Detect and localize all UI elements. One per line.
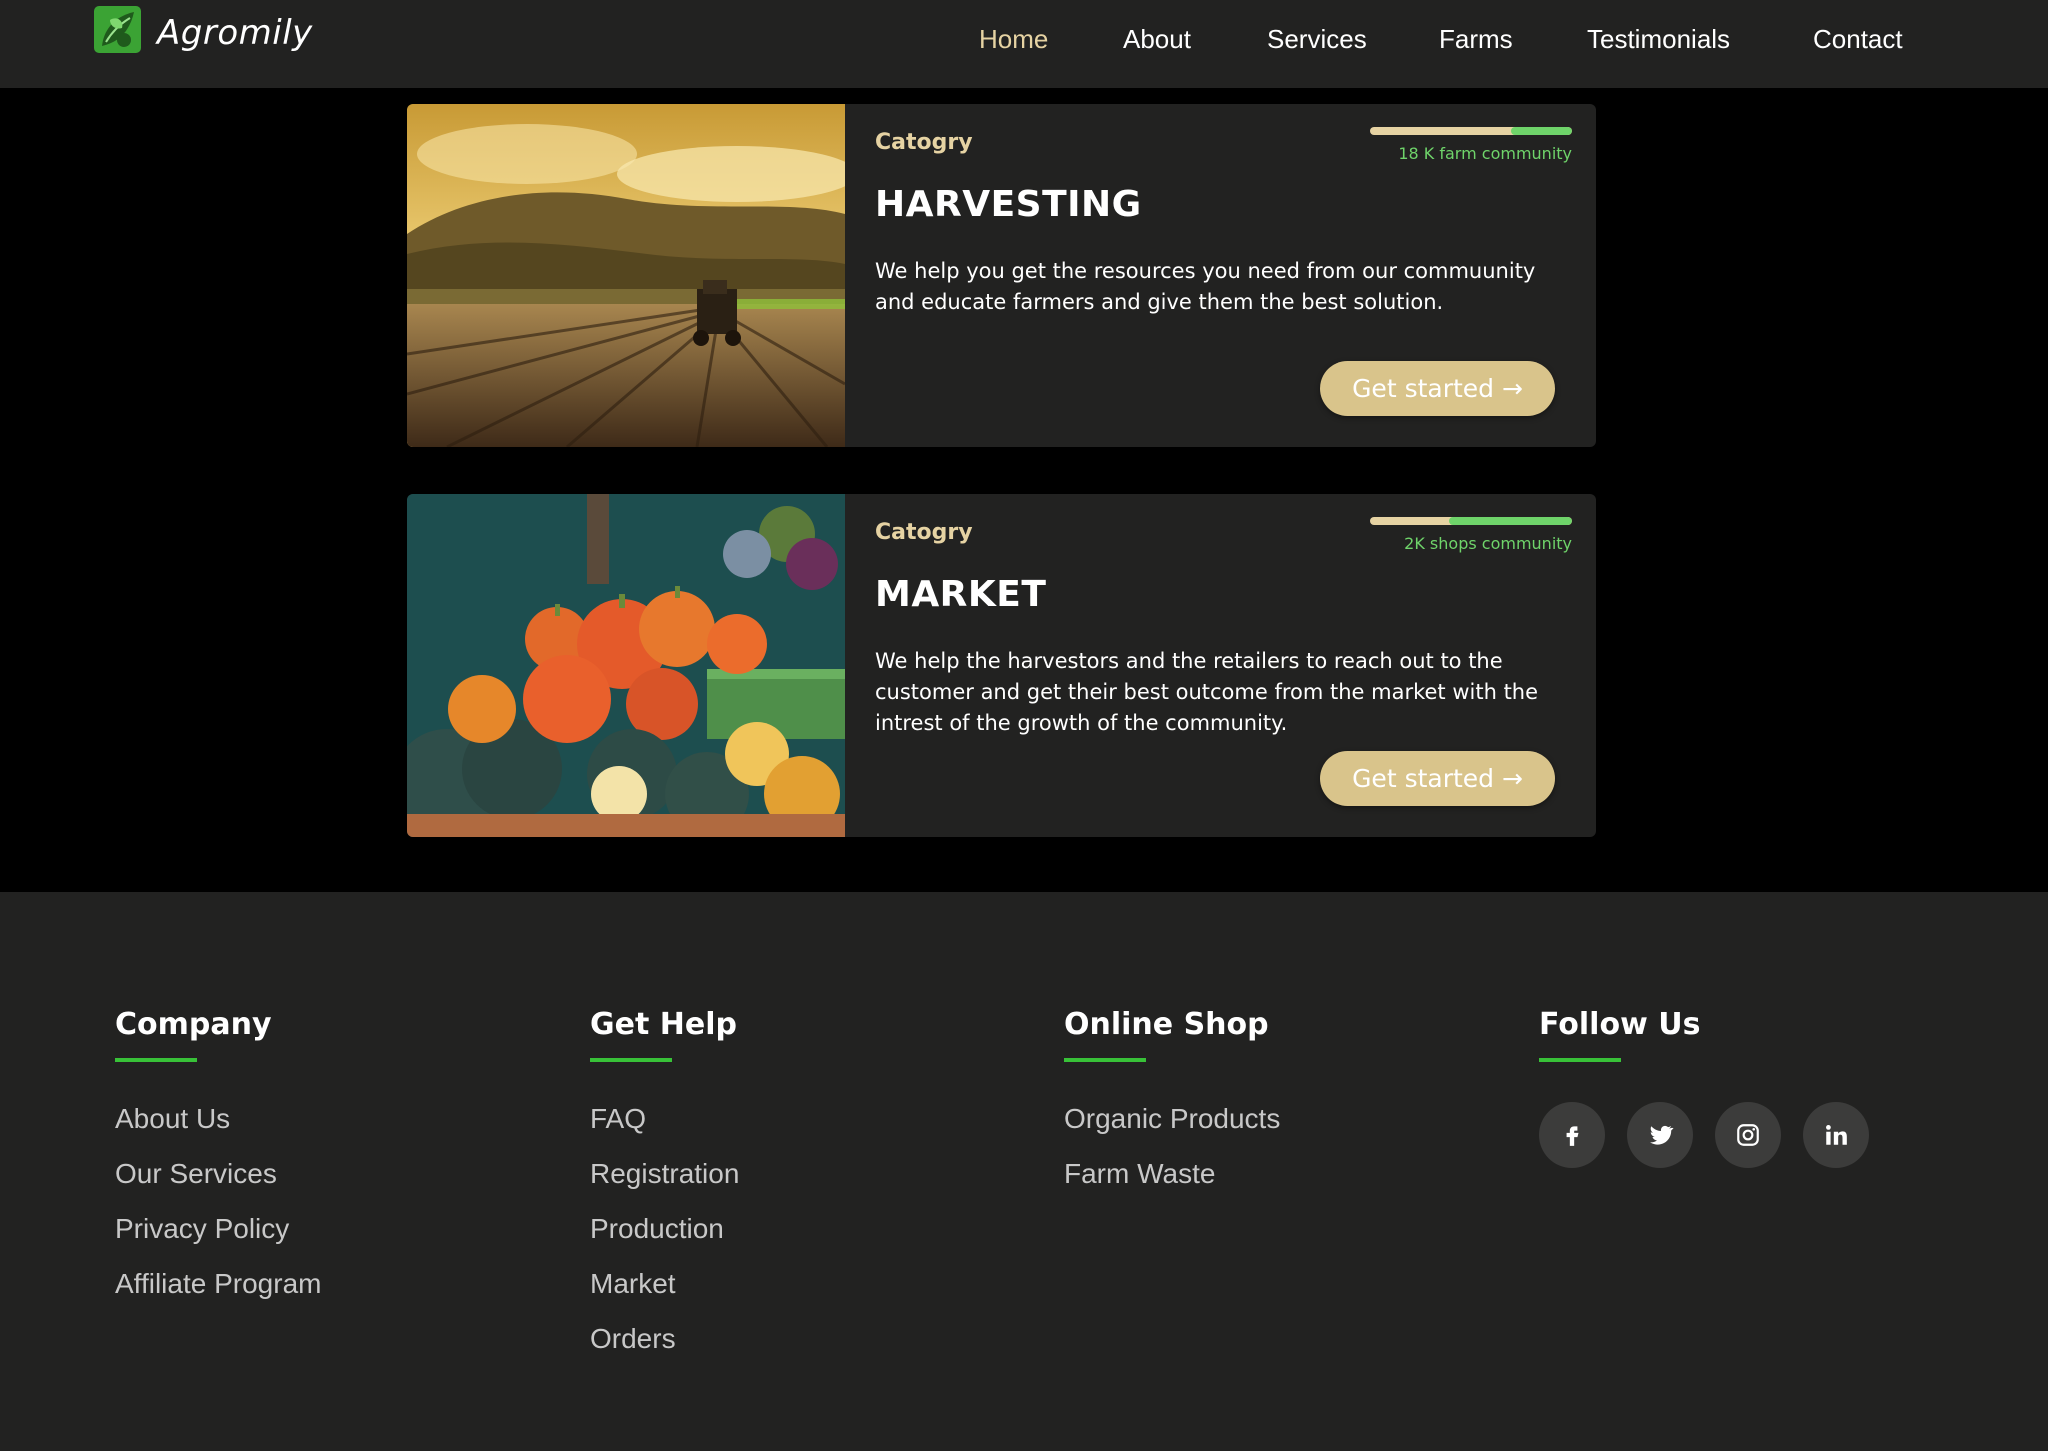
facebook-icon[interactable] xyxy=(1539,1102,1605,1168)
footer-link-market[interactable]: Market xyxy=(590,1267,739,1322)
instagram-icon[interactable] xyxy=(1715,1102,1781,1168)
community-progress-bar xyxy=(1370,517,1572,525)
footer-link-affiliate-program[interactable]: Affiliate Program xyxy=(115,1267,321,1322)
linkedin-icon[interactable] xyxy=(1803,1102,1869,1168)
footer-col-company: Company About Us Our Services Privacy Po… xyxy=(115,1007,321,1322)
get-started-button[interactable]: Get started → xyxy=(1320,751,1555,806)
footer-link-production[interactable]: Production xyxy=(590,1212,739,1267)
nav-services[interactable]: Services xyxy=(1267,24,1367,55)
main-nav: Home About Services Farms Testimonials C… xyxy=(0,24,2048,64)
card-description: We help the harvestors and the retailers… xyxy=(875,649,1539,735)
community-count: 2K shops community xyxy=(1404,534,1572,553)
card-category: Catogry xyxy=(875,520,973,545)
card-category: Catogry xyxy=(875,130,973,155)
footer-link-registration[interactable]: Registration xyxy=(590,1157,739,1212)
nav-home[interactable]: Home xyxy=(979,24,1048,55)
navbar: Agromily Home About Services Farms Testi… xyxy=(0,0,2048,88)
category-card-market: Catogry 2K shops community MARKET We hel… xyxy=(407,494,1596,837)
community-count: 18 K farm community xyxy=(1398,144,1572,163)
footer-col-online-shop: Online Shop Organic Products Farm Waste xyxy=(1064,1007,1280,1212)
twitter-icon[interactable] xyxy=(1627,1102,1693,1168)
social-links xyxy=(1539,1102,1891,1168)
footer-col-follow-us: Follow Us xyxy=(1539,1007,1891,1168)
footer-col-title: Get Help xyxy=(590,1007,737,1042)
category-card-harvesting: Catogry 18 K farm community HARVESTING W… xyxy=(407,104,1596,447)
card-description: We help you get the resources you need f… xyxy=(875,259,1536,314)
footer: Company About Us Our Services Privacy Po… xyxy=(0,892,2048,1451)
footer-link-our-services[interactable]: Our Services xyxy=(115,1157,321,1212)
community-progress-bar xyxy=(1370,127,1572,135)
title-underline xyxy=(115,1058,197,1062)
get-started-button[interactable]: Get started → xyxy=(1320,361,1555,416)
footer-col-title: Follow Us xyxy=(1539,1007,1701,1042)
title-underline xyxy=(590,1058,672,1062)
card-title: MARKET xyxy=(875,574,1047,615)
footer-col-get-help: Get Help FAQ Registration Production Mar… xyxy=(590,1007,739,1377)
harvesting-field-image xyxy=(407,104,845,447)
progress-fill xyxy=(1448,517,1572,525)
market-pumpkins-image xyxy=(407,494,845,837)
footer-link-farm-waste[interactable]: Farm Waste xyxy=(1064,1157,1280,1212)
footer-link-faq[interactable]: FAQ xyxy=(590,1102,739,1157)
footer-link-about-us[interactable]: About Us xyxy=(115,1102,321,1157)
nav-testimonials[interactable]: Testimonials xyxy=(1587,24,1730,55)
nav-about[interactable]: About xyxy=(1123,24,1191,55)
title-underline xyxy=(1539,1058,1621,1062)
footer-link-orders[interactable]: Orders xyxy=(590,1322,739,1377)
nav-farms[interactable]: Farms xyxy=(1439,24,1513,55)
footer-col-title: Online Shop xyxy=(1064,1007,1269,1042)
footer-link-organic-products[interactable]: Organic Products xyxy=(1064,1102,1280,1157)
footer-col-title: Company xyxy=(115,1007,272,1042)
card-title: HARVESTING xyxy=(875,184,1142,225)
title-underline xyxy=(1064,1058,1146,1062)
footer-link-privacy-policy[interactable]: Privacy Policy xyxy=(115,1212,321,1267)
nav-contact[interactable]: Contact xyxy=(1813,24,1903,55)
progress-fill xyxy=(1511,127,1572,135)
